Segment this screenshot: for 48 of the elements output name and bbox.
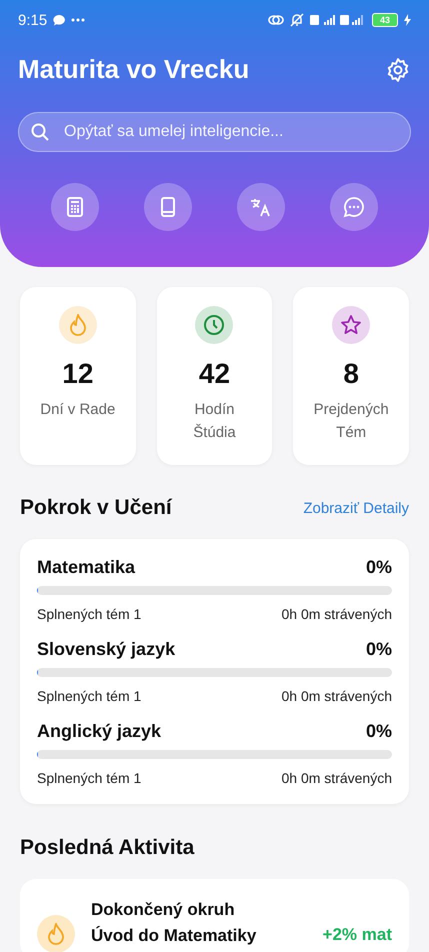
stat-value: 12 <box>62 358 94 390</box>
activity-card[interactable]: Dokončený okruh Úvod do Matematiky +2% mat <box>20 879 409 952</box>
activity-subtitle: Úvod do Matematiky <box>91 925 258 947</box>
battery-level: 43 <box>372 13 398 27</box>
star-icon <box>340 314 362 336</box>
chat-icon <box>343 196 366 218</box>
book-icon <box>158 197 177 217</box>
details-link[interactable]: Zobraziť Detaily <box>303 500 409 516</box>
settings-icon[interactable] <box>385 56 411 82</box>
signal-icon <box>310 14 366 26</box>
calculator-button[interactable] <box>50 183 99 231</box>
subject-name: Matematika <box>37 557 136 578</box>
topics-count: Splnených tém 1 <box>37 688 142 704</box>
subject-percent: 0% <box>366 639 392 660</box>
time-spent: 0h 0m strávených <box>282 688 392 704</box>
time-spent: 0h 0m strávených <box>282 606 392 622</box>
subject-name: Anglický jazyk <box>37 721 162 742</box>
flame-icon <box>46 923 66 945</box>
progress-gain: +2% mat <box>322 925 392 945</box>
link-icon <box>268 14 284 26</box>
time-spent: 0h 0m strávených <box>282 770 392 786</box>
translate-button[interactable] <box>237 183 286 231</box>
translate-icon <box>250 197 272 217</box>
section-title: Pokrok v Učení <box>20 496 172 520</box>
flame-icon <box>68 314 88 336</box>
stat-value: 8 <box>343 358 359 390</box>
app-title: Maturita vo Vrecku <box>18 54 250 85</box>
stat-value: 42 <box>198 358 230 390</box>
clock-icon <box>203 314 226 336</box>
charging-icon <box>404 14 411 26</box>
topics-count: Splnených tém 1 <box>37 770 142 786</box>
mute-icon <box>290 13 304 27</box>
activity-title: Dokončený okruh <box>91 899 236 921</box>
chat-button[interactable] <box>330 183 378 231</box>
stat-label: Dní v Rade <box>39 400 116 420</box>
section-title: Posledná Aktivita <box>20 835 196 861</box>
subject-percent: 0% <box>366 721 392 742</box>
subject-percent: 0% <box>366 557 392 578</box>
book-button[interactable] <box>144 183 192 231</box>
subject-name: Slovenský jazyk <box>37 639 176 660</box>
calculator-icon <box>66 197 84 217</box>
more-icon <box>71 18 86 22</box>
message-icon <box>53 14 66 26</box>
status-time: 9:15 <box>18 12 48 28</box>
search-icon <box>30 122 50 142</box>
stat-label: Prejdených Tém <box>312 400 390 443</box>
stat-label: Hodín Štúdia <box>192 400 237 443</box>
topics-count: Splnených tém 1 <box>37 606 142 622</box>
